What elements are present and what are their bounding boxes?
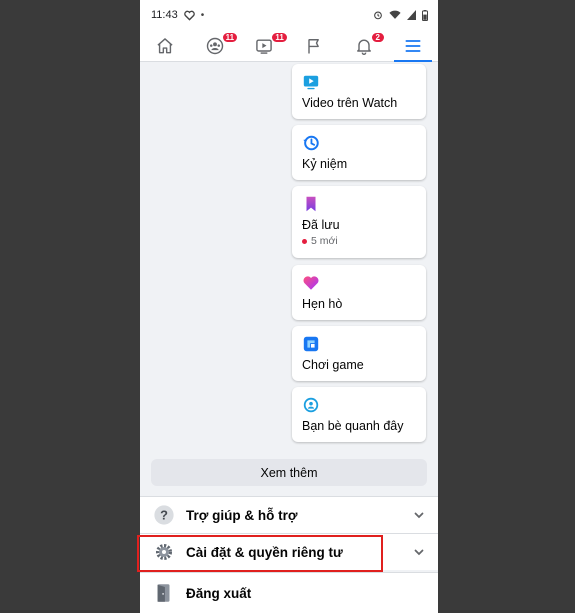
saved-new-text: 5 mới (311, 235, 338, 247)
battery-icon (422, 9, 428, 21)
shortcut-dating[interactable]: Hẹn hò (292, 265, 426, 320)
svg-text:?: ? (160, 508, 168, 523)
shortcut-label: Hẹn hò (302, 297, 343, 311)
see-more-button[interactable]: Xem thêm (151, 459, 427, 486)
shortcut-label: Kỷ niệm (302, 157, 348, 171)
tab-menu[interactable] (388, 30, 438, 62)
flag-icon (308, 38, 319, 53)
dating-heart-icon (303, 276, 319, 290)
menu-content: Video trên Watch Kỷ niệm Đã lưu 5 mới Hẹ… (140, 62, 438, 613)
home-icon (157, 37, 173, 53)
signal-icon (407, 10, 416, 20)
shortcut-label: Bạn bè quanh đây (302, 419, 404, 433)
shortcut-watch-videos[interactable]: Video trên Watch (292, 64, 426, 119)
tab-pages[interactable] (289, 30, 339, 61)
status-bar: 11:43 • (140, 0, 438, 30)
gaming-icon (303, 336, 319, 352)
shortcut-label: Đã lưu (302, 218, 340, 232)
help-question-icon: ? (152, 503, 176, 527)
logout-door-icon (152, 581, 176, 605)
help-support-label: Trợ giúp & hỗ trợ (186, 507, 298, 523)
watch-badge: 11 (271, 32, 288, 43)
tab-watch[interactable]: 11 (239, 30, 289, 61)
watch-video-icon (303, 75, 319, 90)
app-notification-icon (183, 10, 195, 21)
new-indicator-dot (302, 238, 307, 244)
phone-screen: 11:43 • 11 11 2 Video trên Watch Kỷ niệm… (140, 0, 438, 613)
logout-label: Đăng xuất (186, 585, 252, 601)
status-dot: • (200, 9, 205, 21)
shortcut-saved[interactable]: Đã lưu 5 mới (292, 186, 426, 258)
chevron-down-icon (414, 549, 424, 556)
shortcut-gaming[interactable]: Chơi game (292, 326, 426, 381)
shortcut-label: Chơi game (302, 358, 364, 372)
nearby-friends-icon (303, 397, 319, 413)
chevron-down-icon (414, 512, 424, 519)
help-support-row[interactable]: ? Trợ giúp & hỗ trợ (140, 496, 438, 533)
shortcut-label: Video trên Watch (302, 96, 398, 110)
shortcut-memories[interactable]: Kỷ niệm (292, 125, 426, 180)
wifi-icon (389, 10, 401, 19)
tab-notifications[interactable]: 2 (339, 30, 389, 61)
notifications-badge: 2 (370, 32, 385, 43)
settings-gear-icon (152, 540, 176, 564)
settings-privacy-row[interactable]: Cài đặt & quyền riêng tư (140, 533, 438, 570)
memories-clock-icon (303, 135, 319, 151)
shortcut-nearby-friends[interactable]: Bạn bè quanh đây (292, 387, 426, 442)
top-tab-bar: 11 11 2 (140, 30, 438, 62)
saved-bookmark-icon (306, 196, 316, 212)
settings-privacy-label: Cài đặt & quyền riêng tư (186, 544, 343, 560)
tab-home[interactable] (140, 30, 190, 61)
saved-new-count: 5 mới (302, 235, 416, 247)
logout-row[interactable]: Đăng xuất (140, 572, 438, 613)
status-time: 11:43 (151, 9, 178, 21)
menu-icon (405, 39, 421, 52)
groups-badge: 11 (221, 32, 239, 43)
tab-groups[interactable]: 11 (190, 30, 240, 61)
alarm-icon (374, 11, 382, 20)
